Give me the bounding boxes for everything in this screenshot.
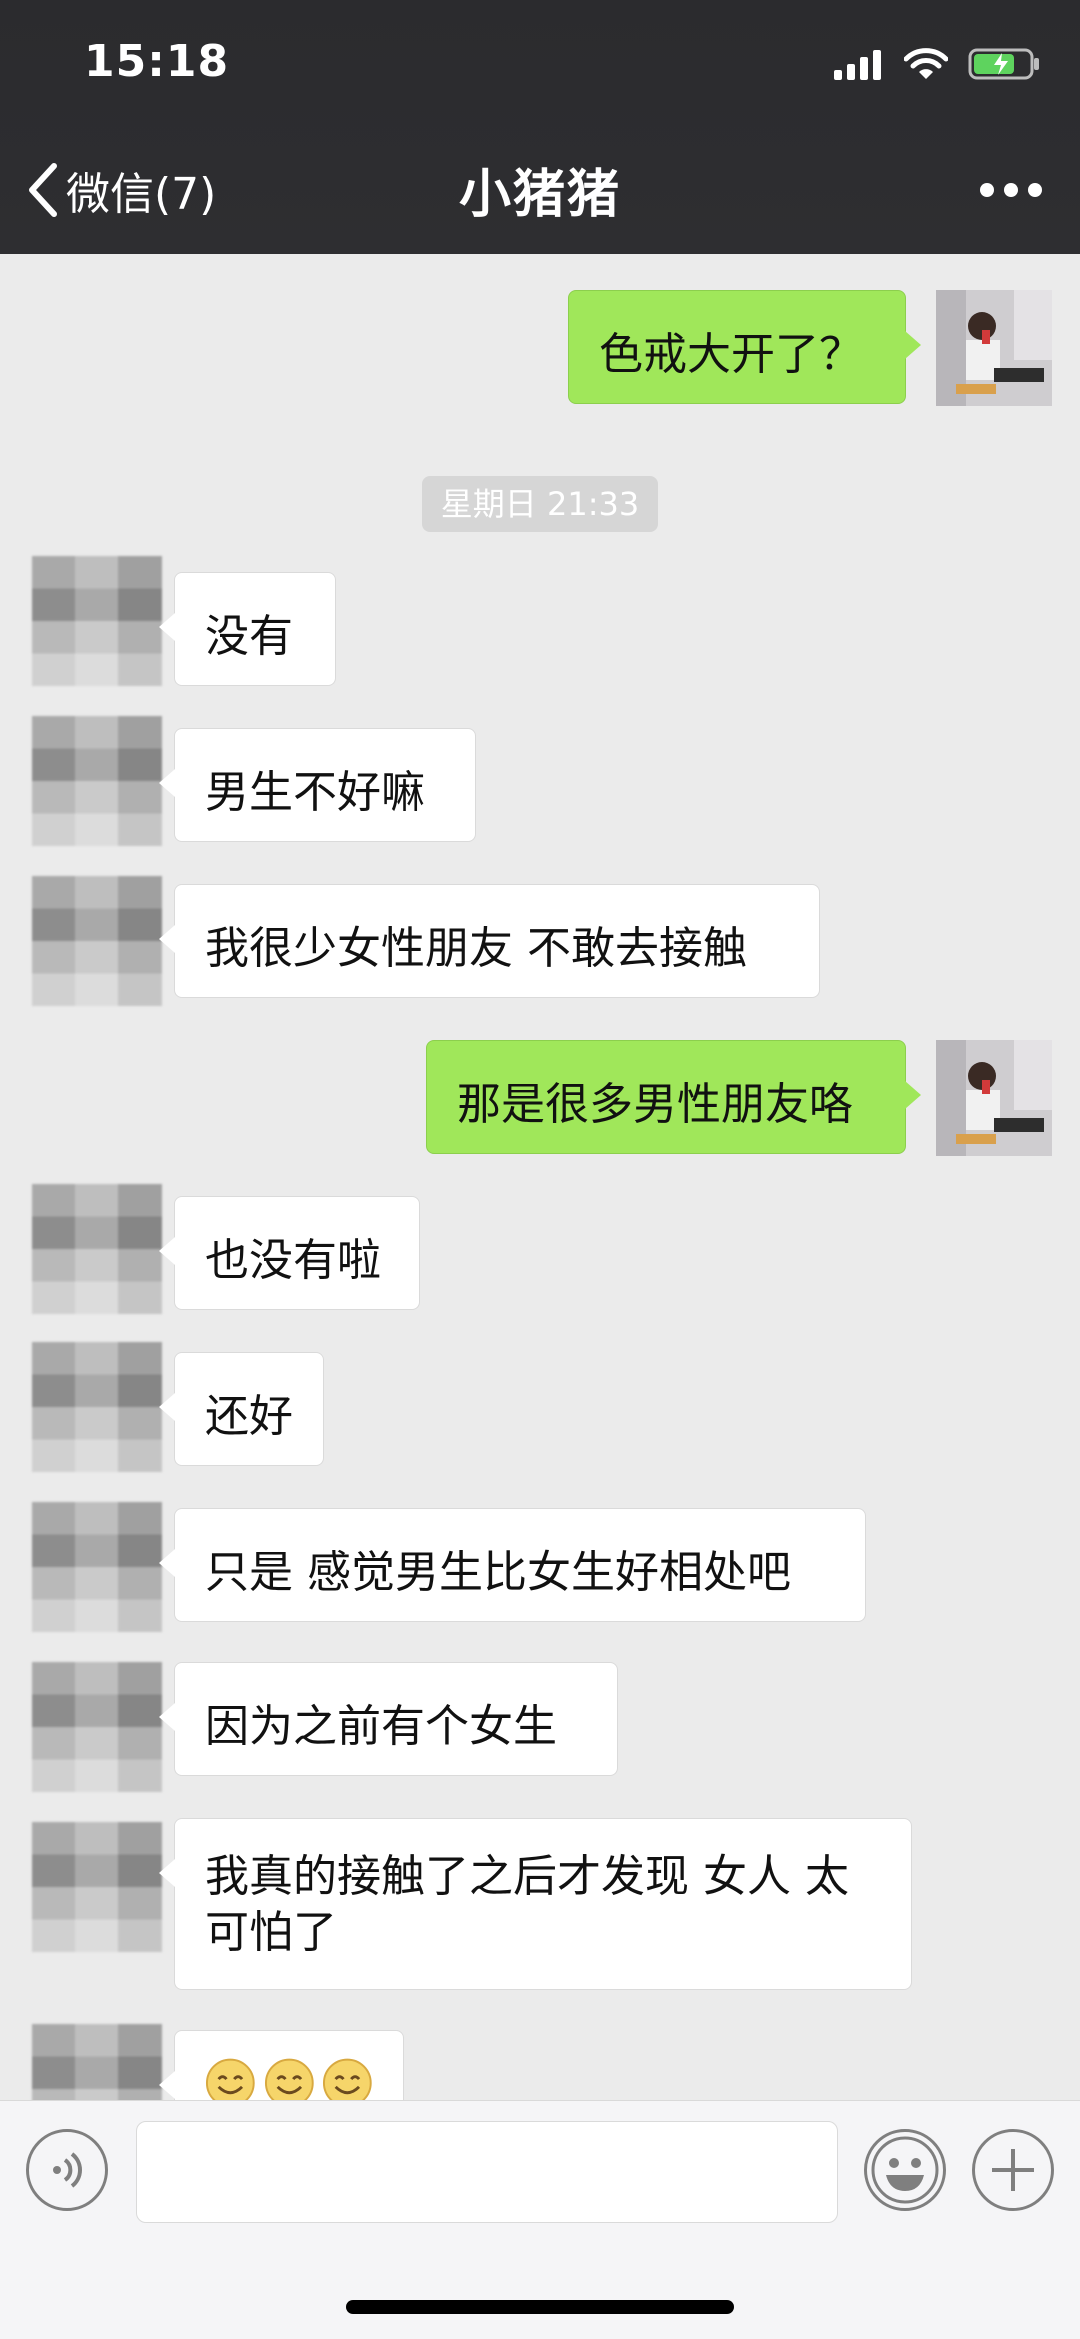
- plus-icon: [992, 2149, 1034, 2191]
- timestamp-label: 星期日 21:33: [422, 476, 658, 532]
- chat-title: 小猪猪: [458, 165, 621, 225]
- message-bubble-received[interactable]: 没有: [159, 572, 336, 686]
- contact-avatar[interactable]: [32, 876, 162, 1006]
- my-avatar[interactable]: [936, 1040, 1052, 1156]
- message-bubble-received[interactable]: [159, 2030, 404, 2100]
- contact-avatar[interactable]: [32, 1822, 162, 1952]
- plus-button[interactable]: [972, 2129, 1054, 2211]
- message-bubble-received[interactable]: 因为之前有个女生: [159, 1662, 618, 1776]
- chat-area[interactable]: 色戒大开了？ 星期日 21:33 没有 男生不好嘛 我很少女性朋友 不敢去接触 …: [0, 254, 1080, 2100]
- message-bubble-received[interactable]: 男生不好嘛: [159, 728, 476, 842]
- signal-icon: [834, 50, 881, 80]
- smiley-icon: [871, 2136, 939, 2204]
- wechat-chat-screen: 15:18 微信(7) 小猪猪 色戒大开了？ 星期日 21:33 没有 男生不好…: [0, 0, 1080, 2339]
- contact-avatar[interactable]: [32, 1662, 162, 1792]
- message-bubble-received[interactable]: 也没有啦: [159, 1196, 420, 1310]
- message-input[interactable]: [136, 2121, 838, 2223]
- voice-button[interactable]: [26, 2129, 108, 2211]
- message-bubble-received[interactable]: 还好: [159, 1352, 324, 1466]
- contact-avatar[interactable]: [32, 716, 162, 846]
- message-bubble-received[interactable]: 我很少女性朋友 不敢去接触: [159, 884, 820, 998]
- contact-avatar[interactable]: [32, 1502, 162, 1632]
- smile-emoji: [205, 2058, 255, 2100]
- avatar-photo: [936, 290, 1052, 406]
- voice-icon: [53, 2152, 82, 2188]
- status-time: 15:18: [84, 36, 230, 87]
- battery-icon: [968, 48, 1039, 80]
- smile-emoji: [264, 2058, 314, 2100]
- contact-avatar[interactable]: [32, 1184, 162, 1314]
- home-indicator[interactable]: [346, 2300, 734, 2314]
- message-bubble-sent[interactable]: 色戒大开了？: [568, 290, 921, 404]
- wifi-icon: [904, 48, 948, 79]
- status-icons: [834, 44, 1040, 84]
- message-bubble-received[interactable]: 我真的接触了之后才发现 女人 太可怕了: [159, 1818, 912, 1990]
- contact-avatar[interactable]: [32, 2024, 162, 2100]
- message-bubble-received[interactable]: 只是 感觉男生比女生好相处吧: [159, 1508, 866, 1622]
- avatar-photo: [936, 1040, 1052, 1156]
- message-bubble-sent[interactable]: 那是很多男性朋友咯: [426, 1040, 921, 1154]
- my-avatar[interactable]: [936, 290, 1052, 406]
- contact-avatar[interactable]: [32, 556, 162, 686]
- smile-emoji: [323, 2058, 373, 2100]
- header-bar: 15:18 微信(7) 小猪猪: [0, 0, 1080, 254]
- more-options-icon[interactable]: [980, 176, 1044, 204]
- contact-avatar[interactable]: [32, 1342, 162, 1472]
- emoji-button[interactable]: [864, 2129, 946, 2211]
